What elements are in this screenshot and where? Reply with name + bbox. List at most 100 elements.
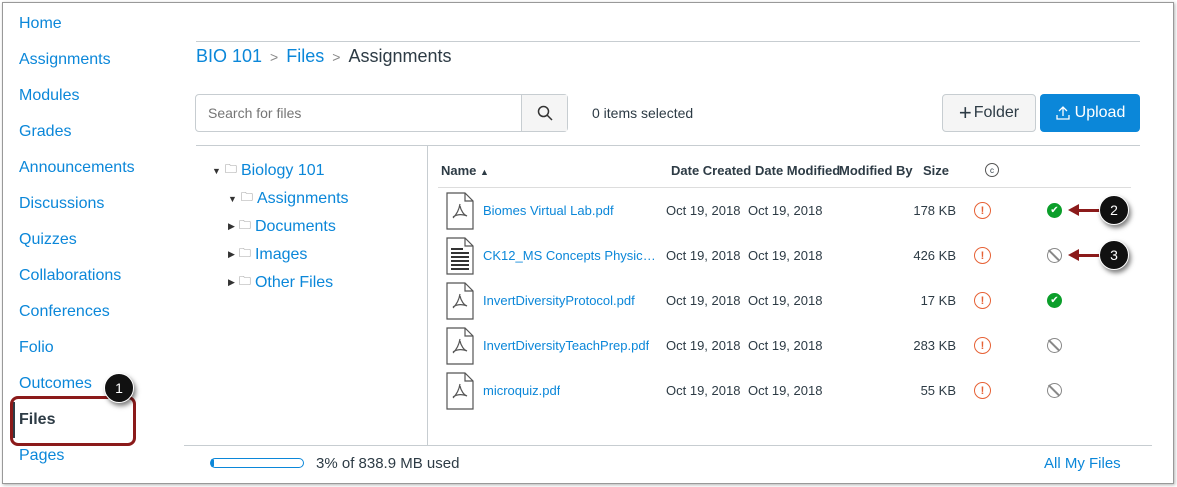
quota-bar: [210, 458, 304, 468]
usage-rights-warning-icon[interactable]: !: [974, 247, 991, 264]
usage-rights-warning-icon[interactable]: !: [974, 202, 991, 219]
upload-icon: [1055, 106, 1070, 120]
nav-pages[interactable]: Pages: [19, 447, 64, 465]
nav-home[interactable]: Home: [19, 15, 62, 33]
date-modified: Oct 19, 2018: [748, 383, 823, 398]
unpublished-icon[interactable]: [1047, 248, 1062, 263]
all-my-files-link[interactable]: All My Files: [1044, 455, 1121, 472]
upload-label: Upload: [1074, 104, 1126, 121]
folder-icon: 🗀: [238, 246, 251, 260]
date-created: Oct 19, 2018: [666, 338, 741, 353]
unpublished-icon[interactable]: [1047, 338, 1062, 353]
usage-rights-icon: c: [985, 163, 999, 177]
date-modified: Oct 19, 2018: [748, 293, 823, 308]
date-created: Oct 19, 2018: [666, 203, 741, 218]
col-size[interactable]: Size: [923, 163, 949, 178]
breadcrumb-course[interactable]: BIO 101: [196, 46, 262, 67]
folder-icon: 🗀: [238, 218, 251, 232]
tree-folder[interactable]: ▶ 🗀 Other Files: [228, 272, 333, 293]
tree-folder[interactable]: ▶ 🗀 Images: [228, 244, 307, 265]
file-size: 17 KB: [920, 293, 956, 308]
nav-announcements[interactable]: Announcements: [19, 159, 135, 177]
table-row[interactable]: CK12_MS Concepts Physical Science Oct 19…: [438, 233, 1131, 278]
nav-modules[interactable]: Modules: [19, 87, 79, 105]
selection-count: 0 items selected: [592, 105, 694, 121]
date-modified: Oct 19, 2018: [748, 338, 823, 353]
file-name-link[interactable]: InvertDiversityProtocol.pdf: [483, 293, 635, 308]
quota-text: 3% of 838.9 MB used: [316, 455, 460, 472]
breadcrumb-files[interactable]: Files: [286, 46, 324, 67]
file-name-link[interactable]: Biomes Virtual Lab.pdf: [483, 203, 614, 218]
nav-outcomes[interactable]: Outcomes: [19, 375, 92, 393]
usage-rights-warning-icon[interactable]: !: [974, 382, 991, 399]
search-box: [195, 94, 568, 132]
plus-icon: +: [958, 100, 972, 125]
nav-folio[interactable]: Folio: [19, 339, 54, 357]
tree-label: Assignments: [256, 189, 349, 207]
collapsed-icon: ▶: [228, 277, 235, 287]
col-modified[interactable]: Date Modified: [755, 163, 840, 178]
date-created: Oct 19, 2018: [666, 383, 741, 398]
search-icon: [537, 105, 553, 121]
callout-2: 2: [1099, 195, 1129, 225]
date-created: Oct 19, 2018: [666, 248, 741, 263]
nav-quizzes[interactable]: Quizzes: [19, 231, 77, 249]
table-row[interactable]: InvertDiversityTeachPrep.pdf Oct 19, 201…: [438, 323, 1131, 368]
nav-collaborations[interactable]: Collaborations: [19, 267, 121, 285]
divider: [196, 145, 1140, 146]
date-created: Oct 19, 2018: [666, 293, 741, 308]
sort-asc-icon: ▲: [480, 167, 489, 177]
table-row[interactable]: microquiz.pdf Oct 19, 2018 Oct 19, 2018 …: [438, 368, 1131, 413]
tree-label: Other Files: [254, 273, 334, 291]
collapsed-icon: ▶: [228, 221, 235, 231]
file-name-link[interactable]: microquiz.pdf: [483, 383, 560, 398]
published-icon[interactable]: ✔: [1047, 293, 1062, 308]
nav-discussions[interactable]: Discussions: [19, 195, 104, 213]
published-icon[interactable]: ✔: [1047, 203, 1062, 218]
tree-label: Biology 101: [240, 161, 325, 179]
divider: [184, 445, 1152, 446]
date-modified: Oct 19, 2018: [748, 203, 823, 218]
callout-arrow: [1068, 204, 1100, 216]
nav-grades[interactable]: Grades: [19, 123, 71, 141]
unpublished-icon[interactable]: [1047, 383, 1062, 398]
highlight-box: [10, 396, 136, 446]
folder-icon: 🗀: [238, 274, 251, 288]
nav-assignments[interactable]: Assignments: [19, 51, 111, 69]
breadcrumb-current: Assignments: [348, 46, 452, 66]
add-folder-button[interactable]: + Folder: [942, 94, 1036, 132]
date-modified: Oct 19, 2018: [748, 248, 823, 263]
nav-conferences[interactable]: Conferences: [19, 303, 110, 321]
file-size: 426 KB: [913, 248, 956, 263]
tree-root[interactable]: ▼ 🗀 Biology 101: [212, 160, 325, 181]
callout-3: 3: [1099, 240, 1129, 270]
search-input[interactable]: [196, 95, 521, 131]
callout-1: 1: [104, 373, 134, 403]
search-button[interactable]: [521, 95, 567, 131]
usage-rights-warning-icon[interactable]: !: [974, 337, 991, 354]
file-size: 55 KB: [920, 383, 956, 398]
col-created[interactable]: Date Created: [671, 163, 751, 178]
divider: [196, 41, 1140, 42]
col-name[interactable]: Name ▲: [441, 163, 489, 178]
folder-label: Folder: [973, 104, 1020, 121]
table-row[interactable]: Biomes Virtual Lab.pdf Oct 19, 2018 Oct …: [438, 188, 1131, 233]
quota-fill: [211, 459, 214, 467]
file-name-link[interactable]: InvertDiversityTeachPrep.pdf: [483, 338, 649, 353]
table-row[interactable]: InvertDiversityProtocol.pdf Oct 19, 2018…: [438, 278, 1131, 323]
breadcrumb: BIO 101 > Files > Assignments: [196, 46, 452, 67]
upload-button[interactable]: Upload: [1040, 94, 1140, 132]
folder-icon: 🗀: [224, 162, 237, 176]
pdf-file-icon: [446, 327, 474, 370]
col-modified-by[interactable]: Modified By: [839, 163, 913, 178]
tree-folder[interactable]: ▶ 🗀 Documents: [228, 216, 336, 237]
tree-label: Documents: [254, 217, 336, 235]
usage-rights-warning-icon[interactable]: !: [974, 292, 991, 309]
file-size: 283 KB: [913, 338, 956, 353]
file-size: 178 KB: [913, 203, 956, 218]
tree-label: Images: [254, 245, 308, 263]
expanded-icon: ▼: [228, 193, 237, 204]
file-name-link[interactable]: CK12_MS Concepts Physical Science: [483, 248, 661, 263]
pdf-file-icon: [446, 372, 474, 415]
tree-folder[interactable]: ▼ 🗀 Assignments: [228, 188, 349, 209]
